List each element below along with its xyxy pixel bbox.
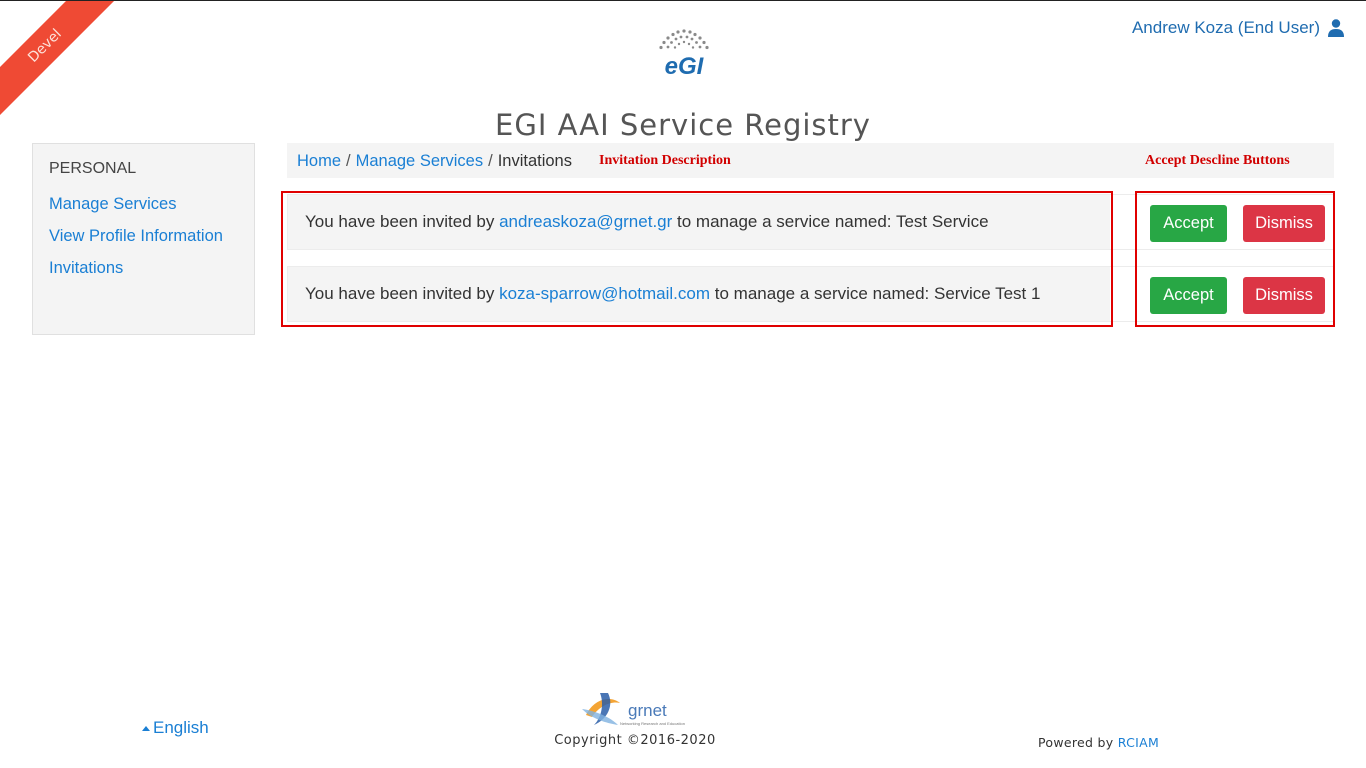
page-title: EGI AAI Service Registry [495,108,871,143]
breadcrumb: Home / Manage Services / Invitations Invitat… [287,143,1334,178]
invitation-row: You have been invited by andreaskoza@grn… [287,194,1334,250]
annotation-accept-decline-buttons: Accept Descline Buttons [1145,153,1290,168]
accept-button[interactable]: Accept [1150,277,1227,314]
sidebar-item-manage-services[interactable]: Manage Services [49,195,176,214]
sidebar: PERSONAL Manage Services View Profile In… [32,143,255,335]
sidebar-item-invitations[interactable]: Invitations [49,259,123,278]
user-icon[interactable] [1328,19,1344,37]
dismiss-button[interactable]: Dismiss [1243,205,1325,242]
annotation-invitation-description: Invitation Description [599,153,731,168]
grnet-logo: grnet Networking Research and Education [582,693,685,726]
egi-logo: eGI [659,29,709,77]
breadcrumb-separator: / [488,152,493,170]
breadcrumb-separator: / [346,152,351,170]
invitation-row: You have been invited by koza-sparrow@ho… [287,266,1334,322]
inviter-email-link[interactable]: koza-sparrow@hotmail.com [499,284,710,303]
caret-up-icon [142,725,150,731]
user-menu[interactable]: Andrew Koza (End User) [1132,18,1344,38]
user-name[interactable]: Andrew Koza (End User) [1132,18,1320,38]
dismiss-button[interactable]: Dismiss [1243,277,1325,314]
svg-text:grnet: grnet [628,701,667,720]
rciam-link[interactable]: RCIAM [1118,735,1159,750]
invitation-description: You have been invited by andreaskoza@grn… [288,195,1110,249]
inviter-email-link[interactable]: andreaskoza@grnet.gr [499,212,672,231]
breadcrumb-current: Invitations [497,152,572,170]
invitation-description: You have been invited by koza-sparrow@ho… [288,267,1110,321]
accept-button[interactable]: Accept [1150,205,1227,242]
sidebar-heading: PERSONAL [49,160,137,177]
breadcrumb-home[interactable]: Home [297,152,341,170]
breadcrumb-manage-services[interactable]: Manage Services [356,152,483,170]
svg-text:Networking Research and Educat: Networking Research and Education [620,721,685,726]
powered-by: Powered by RCIAM [1038,735,1160,750]
svg-text:eGI: eGI [665,53,705,77]
sidebar-item-view-profile[interactable]: View Profile Information [49,227,223,246]
